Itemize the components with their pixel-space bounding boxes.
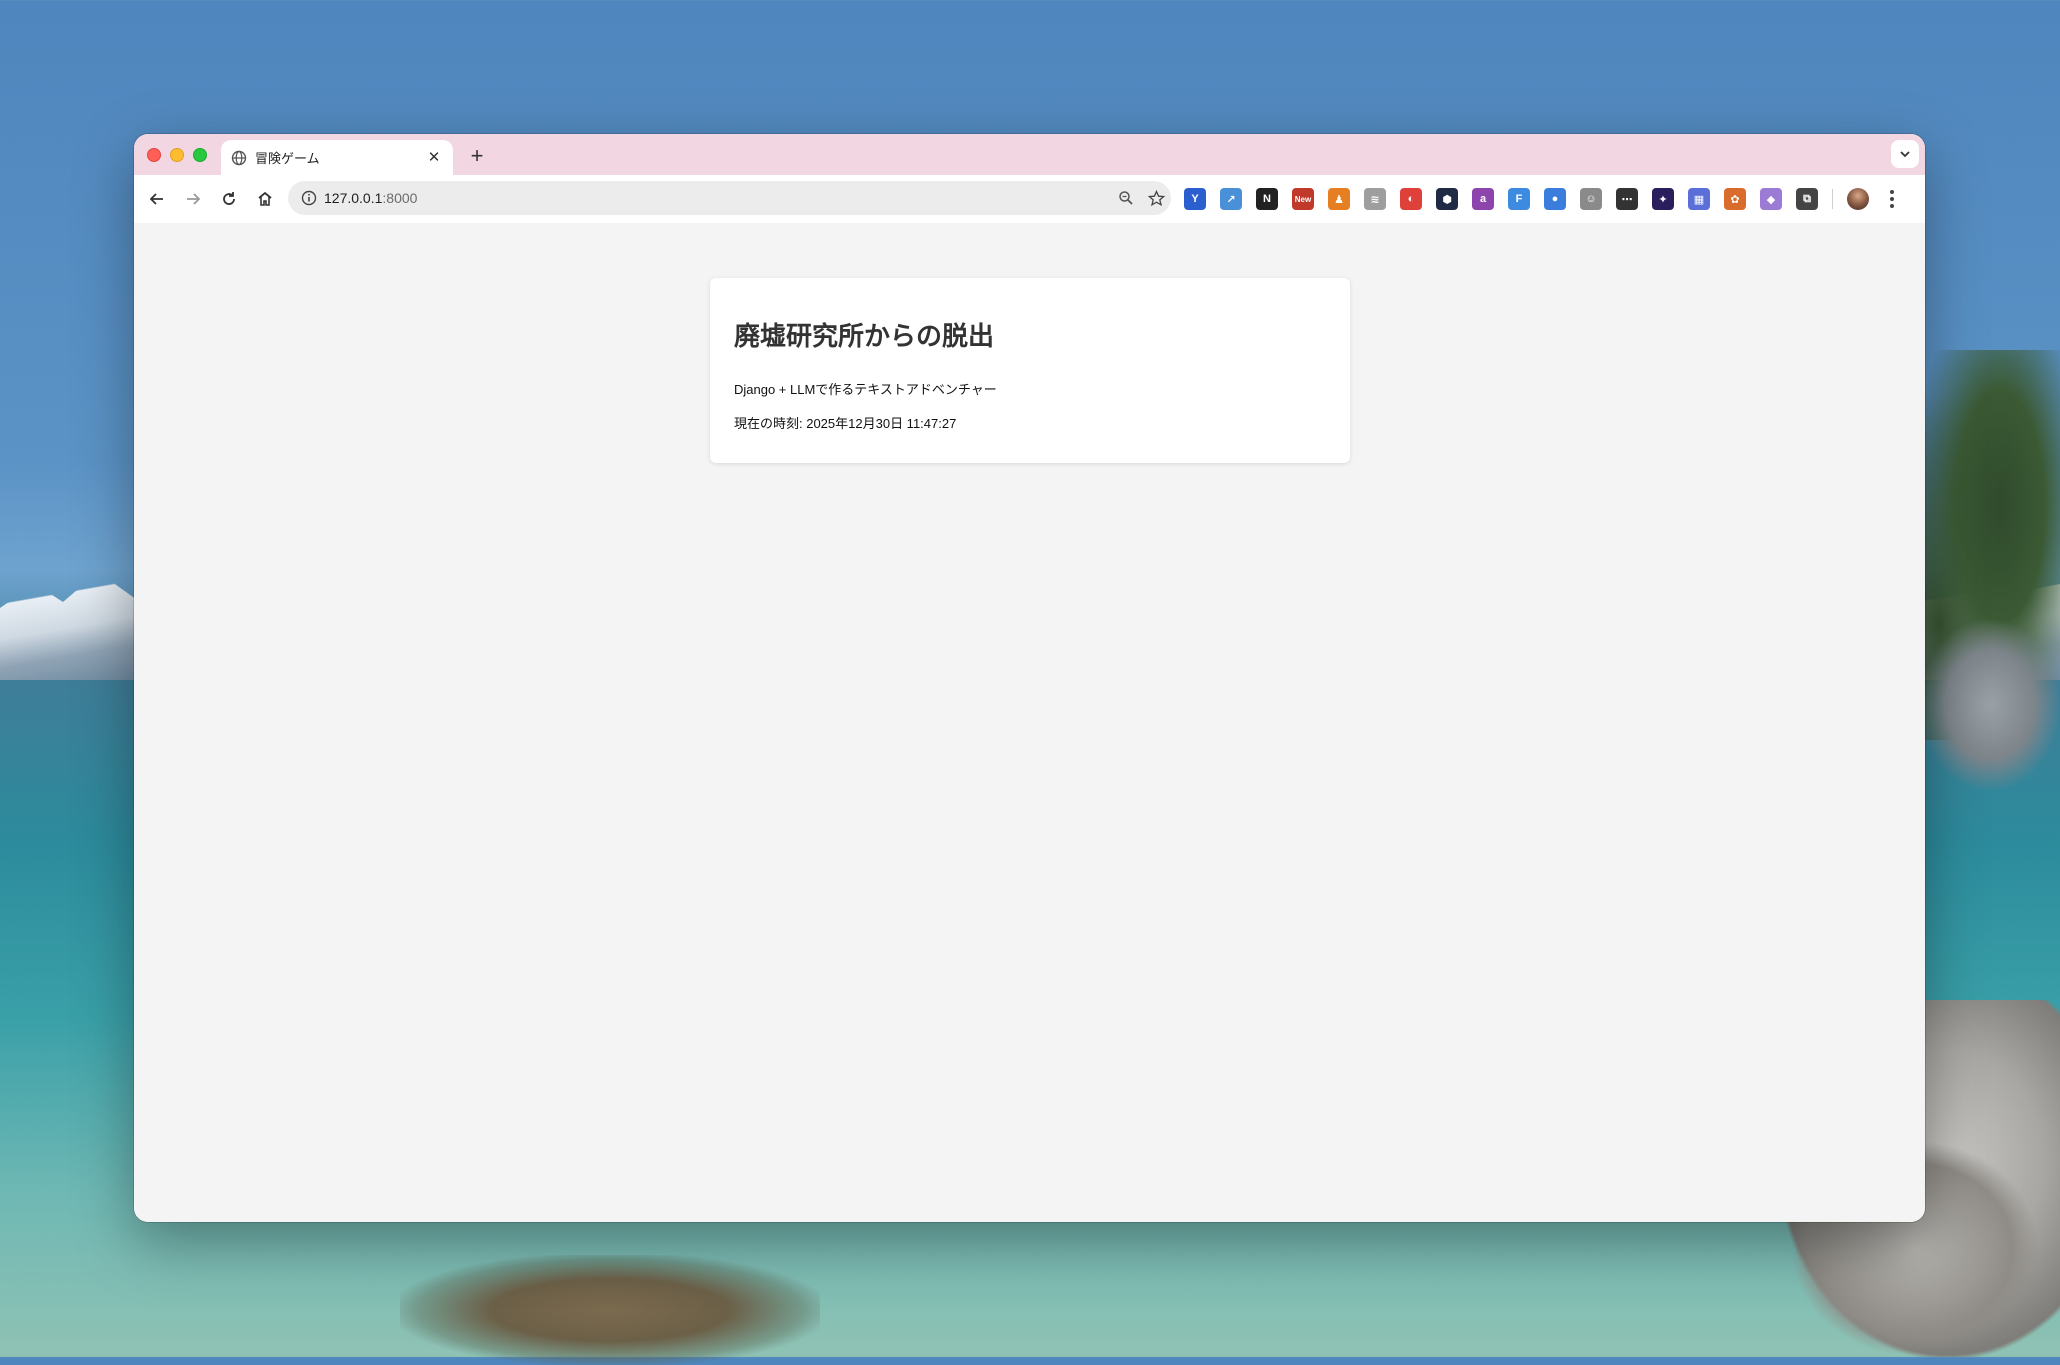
purple-app-icon[interactable]: a (1472, 188, 1494, 210)
red-swirl-icon[interactable]: ◐ (1400, 188, 1422, 210)
window-close-button[interactable] (147, 148, 161, 162)
back-arrow-icon (149, 193, 163, 205)
desktop-rocks (1920, 620, 2060, 790)
star-badge-icon[interactable]: ✦ (1652, 188, 1674, 210)
tab-strip: 冒険ゲーム ✕ + (134, 134, 1925, 175)
robot-icon[interactable]: ☺ (1580, 188, 1602, 210)
tab-close-icon[interactable]: ✕ (425, 149, 443, 167)
page-subtitle: Django + LLMで作るテキストアドベンチャー (734, 382, 997, 397)
person-icon[interactable]: ♟ (1328, 188, 1350, 210)
tab-title: 冒険ゲーム (255, 151, 320, 166)
cat-icon[interactable]: ✿ (1724, 188, 1746, 210)
home-button[interactable] (251, 185, 279, 213)
page-title: 廃墟研究所からの脱出 (734, 322, 995, 352)
home-icon (258, 191, 272, 206)
site-info-icon[interactable] (294, 190, 324, 206)
share-icon[interactable]: ↗ (1220, 188, 1242, 210)
browser-toolbar: 127.0.0.1:8000 Y ↗ N New ♟ ≋ ◐ ⬢ a F ● ☺ ⋯ ✦ ▦ ✿ ◆ ⧉ (134, 175, 1925, 224)
address-text[interactable]: 127.0.0.1:8000 (324, 190, 1111, 206)
address-bar[interactable]: 127.0.0.1:8000 (288, 181, 1171, 215)
crystal-icon[interactable]: ◆ (1760, 188, 1782, 210)
toolbar-separator (1832, 189, 1833, 209)
terminal-icon[interactable]: ⋯ (1616, 188, 1638, 210)
reload-button[interactable] (215, 185, 243, 213)
tab-search-button[interactable] (1891, 140, 1919, 168)
address-port: :8000 (382, 190, 418, 206)
profile-avatar[interactable] (1847, 188, 1869, 210)
globe-icon (231, 150, 247, 166)
hexagon-icon[interactable]: ⬢ (1436, 188, 1458, 210)
notion-icon[interactable]: N (1256, 188, 1278, 210)
forward-arrow-icon (187, 193, 201, 205)
forward-button[interactable] (179, 185, 207, 213)
extensions-toolbar: Y ↗ N New ♟ ≋ ◐ ⬢ a F ● ☺ ⋯ ✦ ▦ ✿ ◆ ⧉ (1184, 185, 1901, 213)
current-time: 現在の時刻: 2025年12月30日 11:47:27 (734, 416, 957, 431)
desktop-mountains (0, 572, 140, 680)
back-button[interactable] (143, 185, 171, 213)
new-badge-icon[interactable]: New (1292, 188, 1314, 210)
address-host: 127.0.0.1 (324, 190, 383, 206)
grid-app-icon[interactable]: ▦ (1688, 188, 1710, 210)
desktop-underwater-rock (400, 1255, 820, 1365)
intro-card: 廃墟研究所からの脱出 Django + LLMで作るテキストアドベンチャー 現在… (710, 278, 1350, 463)
f-app-icon[interactable]: F (1508, 188, 1530, 210)
browser-window: 冒険ゲーム ✕ + 127.0.0.1:8000 Y ↗ N New ♟ ≋ ◐… (134, 134, 1925, 1222)
tab-active[interactable]: 冒険ゲーム ✕ (221, 140, 453, 175)
blue-circle-icon[interactable]: ● (1544, 188, 1566, 210)
menu-kebab-icon[interactable] (1883, 190, 1901, 208)
rss-icon[interactable]: ≋ (1364, 188, 1386, 210)
page-viewport: 廃墟研究所からの脱出 Django + LLMで作るテキストアドベンチャー 現在… (134, 223, 1925, 1222)
new-tab-button[interactable]: + (464, 143, 490, 169)
chevron-down-icon (1900, 151, 1910, 158)
zoom-icon[interactable] (1111, 190, 1141, 206)
window-minimize-button[interactable] (170, 148, 184, 162)
bookmark-star-icon[interactable] (1141, 189, 1171, 207)
vivaldi-y-icon[interactable]: Y (1184, 188, 1206, 210)
puzzle-icon[interactable]: ⧉ (1796, 188, 1818, 210)
window-maximize-button[interactable] (193, 148, 207, 162)
window-controls (147, 148, 207, 162)
reload-icon (223, 192, 235, 205)
